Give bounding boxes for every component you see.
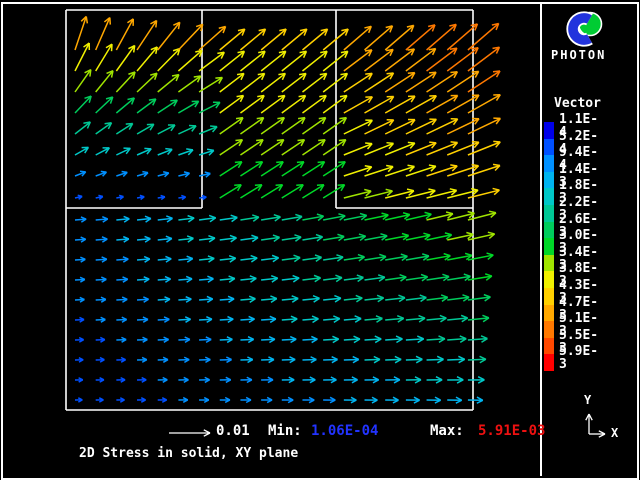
x-axis-label: X xyxy=(611,427,618,439)
legend-swatch xyxy=(544,255,554,272)
photon-app-window: PHOTON Vector 1.1E-45.2E-49.4E-41.4E-31.… xyxy=(0,0,640,480)
legend-swatch xyxy=(544,238,554,255)
max-label: Max: xyxy=(430,424,464,438)
min-value: 1.06E-04 xyxy=(311,424,378,438)
legend-swatch xyxy=(544,155,554,172)
legend-title: Vector xyxy=(554,97,601,110)
legend-label: 5.9E-3 xyxy=(559,345,598,371)
photon-logo-icon xyxy=(560,10,606,48)
legend-swatch xyxy=(544,139,554,156)
legend-swatch xyxy=(544,354,554,371)
legend-swatch xyxy=(544,205,554,222)
legend-swatch xyxy=(544,338,554,355)
plot-title: 2D Stress in solid, XY plane xyxy=(79,447,298,460)
scale-value: 0.01 xyxy=(216,424,250,438)
legend-swatch xyxy=(544,321,554,338)
y-axis-label: Y xyxy=(584,394,591,406)
legend-swatch xyxy=(544,122,554,139)
legend-swatch xyxy=(544,288,554,305)
legend-swatch xyxy=(544,305,554,322)
min-label: Min: xyxy=(268,424,302,438)
legend-swatch xyxy=(544,222,554,239)
legend-swatch xyxy=(544,271,554,288)
brand-text: PHOTON xyxy=(551,49,606,61)
max-value: 5.91E-03 xyxy=(478,424,545,438)
panel-separator xyxy=(540,2,542,476)
legend-swatch xyxy=(544,172,554,189)
legend-swatch xyxy=(544,188,554,205)
